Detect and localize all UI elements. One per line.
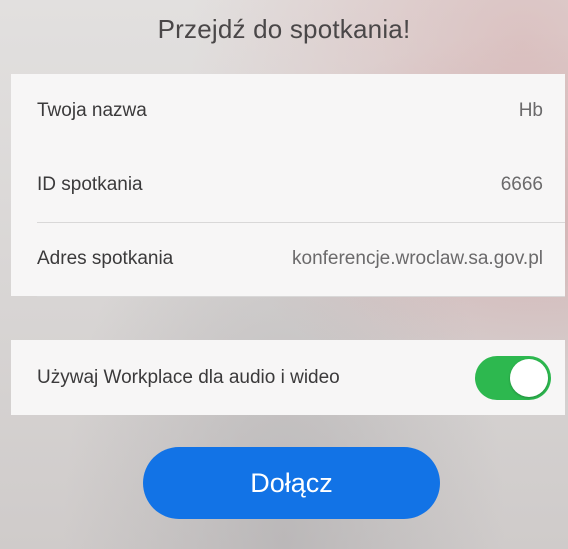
name-row[interactable]: Twoja nazwa Hb: [11, 74, 565, 148]
toggle-knob: [510, 358, 548, 397]
name-field[interactable]: Hb: [519, 100, 543, 122]
join-button[interactable]: Dołącz: [143, 447, 440, 519]
audio-video-card: Używaj Workplace dla audio i wideo: [11, 340, 565, 415]
meeting-address-row[interactable]: Adres spotkania konferencje.wroclaw.sa.g…: [11, 222, 565, 296]
audio-video-toggle[interactable]: [475, 355, 551, 400]
row-divider: [37, 222, 565, 223]
meeting-address-field[interactable]: konferencje.wroclaw.sa.gov.pl: [292, 248, 543, 270]
page-title: Przejdź do spotkania!: [157, 14, 411, 44]
meeting-id-row[interactable]: ID spotkania 6666: [11, 148, 565, 222]
meeting-address-label: Adres spotkania: [37, 248, 174, 269]
name-label: Twoja nazwa: [37, 100, 147, 121]
meeting-id-label: ID spotkania: [37, 174, 143, 195]
meeting-id-field[interactable]: 6666: [501, 174, 543, 196]
row-divider: [37, 296, 565, 297]
audio-video-toggle-label: Używaj Workplace dla audio i wideo: [37, 366, 340, 388]
meeting-details-card: Twoja nazwa Hb ID spotkania 6666 Adres s…: [11, 74, 565, 297]
